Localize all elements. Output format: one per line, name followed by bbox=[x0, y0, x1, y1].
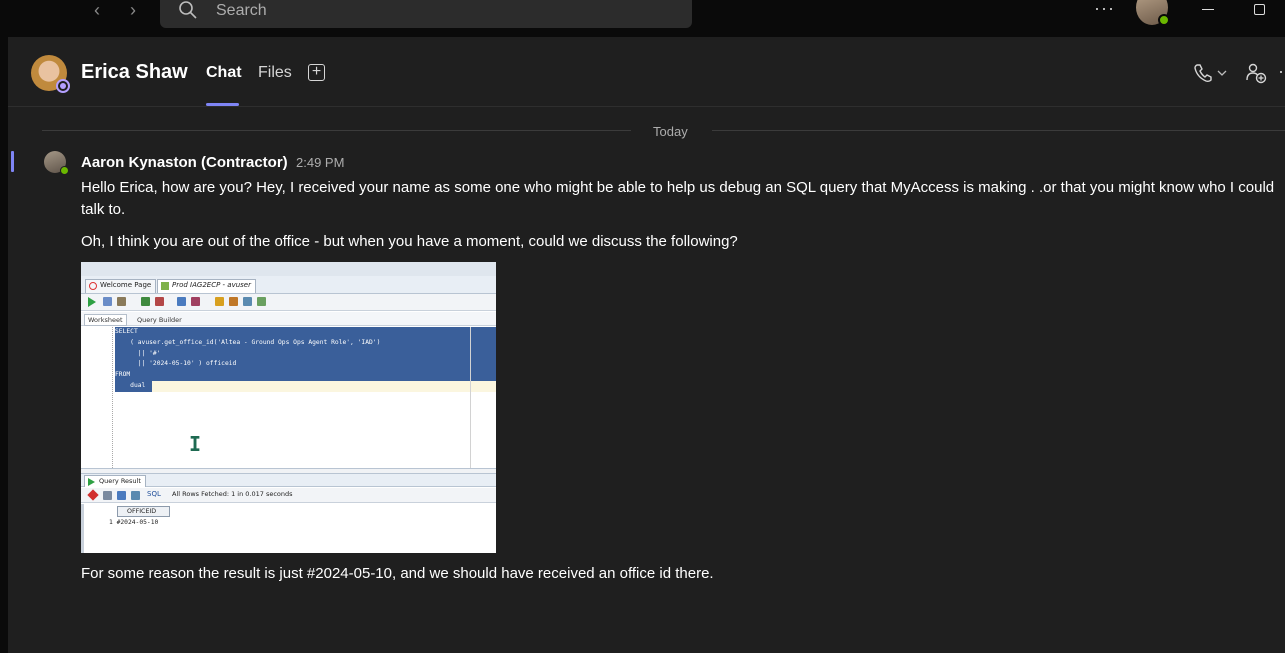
sql-line: ( avuser.get_office_id('Altea - Ground O… bbox=[115, 339, 381, 346]
date-divider-line bbox=[42, 130, 631, 131]
back-button[interactable]: ‹ bbox=[85, 0, 109, 22]
attachment-tab-bar: Welcome Page Prod IAG2ECP - avuser bbox=[81, 276, 496, 294]
result-row-value: #2024-05-10 bbox=[116, 519, 159, 526]
date-divider-line bbox=[712, 130, 1285, 131]
call-button[interactable] bbox=[1193, 63, 1229, 83]
maximize-button[interactable] bbox=[1254, 4, 1265, 15]
toolbar-icon bbox=[103, 297, 112, 306]
toolbar-icon bbox=[215, 297, 224, 306]
sender-name[interactable]: Aaron Kynaston (Contractor) bbox=[81, 154, 288, 171]
toolbar-icon bbox=[229, 297, 238, 306]
sql-line: dual bbox=[115, 382, 146, 389]
toolbar-icon bbox=[131, 491, 140, 500]
attachment-selection bbox=[115, 327, 496, 381]
tab-files[interactable]: Files bbox=[258, 64, 292, 82]
attachment-editor-gutter bbox=[81, 327, 113, 468]
search-icon bbox=[179, 1, 197, 19]
app-rail bbox=[0, 37, 8, 653]
unread-indicator bbox=[11, 151, 14, 172]
attachment-top-strip bbox=[81, 262, 496, 276]
sql-line: SELECT bbox=[115, 328, 138, 335]
available-status-icon bbox=[60, 166, 69, 175]
away-status-icon bbox=[56, 79, 70, 93]
database-icon bbox=[161, 282, 169, 290]
search-box[interactable]: Search bbox=[160, 0, 692, 28]
tab-chat[interactable]: Chat bbox=[206, 64, 242, 82]
attachment-result-tab-bar: Query Result bbox=[81, 474, 496, 487]
attachment-current-line bbox=[115, 381, 496, 392]
pin-icon bbox=[87, 489, 99, 501]
attachment-tab-connection: Prod IAG2ECP - avuser bbox=[157, 279, 256, 293]
contact-name[interactable]: Erica Shaw bbox=[81, 61, 188, 84]
attachment-result-toolbar: SQL All Rows Fetched: 1 in 0.017 seconds bbox=[81, 488, 496, 503]
message-paragraph: Hello Erica, how are you? Hey, I receive… bbox=[81, 179, 1275, 218]
toolbar-icon bbox=[191, 297, 200, 306]
print-icon bbox=[103, 491, 112, 500]
run-icon bbox=[88, 297, 96, 307]
attachment-toolbar bbox=[81, 294, 496, 311]
forward-button[interactable]: › bbox=[121, 0, 145, 22]
chevron-left-icon: ‹ bbox=[94, 0, 100, 20]
attachment-edge bbox=[81, 504, 84, 553]
toolbar-icon bbox=[257, 297, 266, 306]
message-paragraph: Oh, I think you are out of the office - … bbox=[81, 233, 738, 250]
minimize-button[interactable] bbox=[1202, 9, 1214, 10]
phone-icon bbox=[1194, 64, 1227, 83]
sql-label: SQL bbox=[147, 490, 161, 498]
result-row-number: 1 bbox=[109, 519, 113, 526]
attachment-subtab-query-builder: Query Builder bbox=[137, 316, 182, 324]
people-add-icon bbox=[1246, 63, 1267, 84]
toolbar-icon bbox=[141, 297, 150, 306]
attachment-sql-editor: SELECT ( avuser.get_office_id('Altea - G… bbox=[81, 327, 496, 468]
attachment-subtab-worksheet: Worksheet bbox=[84, 314, 127, 326]
sql-line: FROM bbox=[115, 371, 131, 378]
settings-more-button[interactable]: ··· bbox=[1094, 0, 1118, 19]
result-column-header: OFFICEID bbox=[117, 506, 170, 517]
date-divider-label: Today bbox=[653, 124, 688, 139]
result-row: 1 #2024-05-10 bbox=[109, 519, 158, 526]
message-timestamp: 2:49 PM bbox=[296, 155, 345, 170]
fetch-status: All Rows Fetched: 1 in 0.017 seconds bbox=[172, 490, 293, 498]
active-tab-indicator bbox=[206, 103, 239, 106]
attachment-tab-welcome: Welcome Page bbox=[85, 279, 157, 293]
text-cursor-icon: I bbox=[189, 432, 202, 456]
toolbar-icon bbox=[243, 297, 252, 306]
toolbar-icon bbox=[117, 297, 126, 306]
add-people-button[interactable] bbox=[1245, 62, 1267, 84]
oracle-icon bbox=[89, 282, 97, 290]
available-status-icon bbox=[1158, 14, 1170, 26]
attachment-query-result-tab: Query Result bbox=[84, 475, 146, 487]
toolbar-icon bbox=[177, 297, 186, 306]
attachment-subtab-bar: Worksheet Query Builder bbox=[81, 312, 496, 326]
attachment-margin-line bbox=[470, 327, 471, 468]
message-paragraph: For some reason the result is just #2024… bbox=[81, 565, 714, 582]
title-bar: ‹ › Search ··· bbox=[0, 0, 1285, 37]
plus-icon: + bbox=[311, 63, 322, 80]
sql-line: || '2024-05-10' ) officeid bbox=[115, 360, 237, 367]
more-options-button[interactable]: ·· bbox=[1278, 61, 1285, 82]
run-icon bbox=[88, 478, 95, 486]
search-placeholder: Search bbox=[216, 2, 267, 19]
toolbar-icon bbox=[155, 297, 164, 306]
toolbar-icon bbox=[117, 491, 126, 500]
profile-avatar[interactable] bbox=[1136, 0, 1170, 26]
chevron-right-icon: › bbox=[130, 0, 136, 20]
chat-header: Erica Shaw Chat Files + ·· bbox=[8, 37, 1285, 107]
add-tab-button[interactable]: + bbox=[308, 64, 325, 81]
message-list: Today Aaron Kynaston (Contractor) 2:49 P… bbox=[8, 107, 1285, 653]
image-attachment[interactable]: Welcome Page Prod IAG2ECP - avuser Works… bbox=[81, 262, 496, 553]
